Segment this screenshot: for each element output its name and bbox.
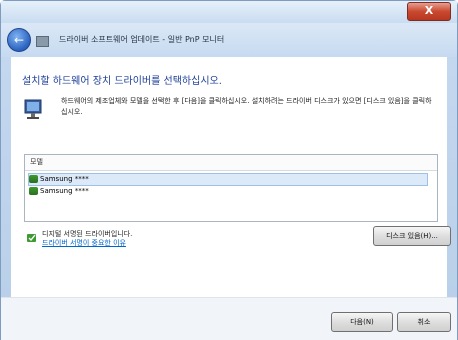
cancel-button[interactable]: 취소 [397, 312, 451, 332]
model-list[interactable]: 모델 Samsung **** Samsung **** [24, 154, 438, 222]
column-label-model: 모델 [30, 158, 43, 166]
signed-driver-icon [27, 234, 36, 242]
signing-info-link[interactable]: 드라이버 서명이 중요한 이유 [42, 239, 126, 248]
list-item-label: Samsung **** [40, 187, 89, 195]
list-item[interactable]: Samsung **** [28, 173, 428, 186]
navigation-bar: ← 드라이버 소프트웨어 업데이트 - 일반 PnP 모니터 [1, 23, 457, 57]
title-bar: X [1, 1, 457, 23]
monitor-small-icon [36, 36, 49, 47]
have-disk-button[interactable]: 디스크 있음(H)... [373, 226, 451, 246]
next-button[interactable]: 다음(N) [331, 312, 393, 332]
content-panel: 설치할 하드웨어 장치 드라이버를 선택하십시오. 하드웨어의 제조업체와 모델… [11, 57, 451, 297]
driver-update-window: X ← 드라이버 소프트웨어 업데이트 - 일반 PnP 모니터 설치할 하드웨… [0, 0, 458, 340]
page-heading: 설치할 하드웨어 장치 드라이버를 선택하십시오. [22, 76, 222, 87]
instruction-text: 하드웨어의 제조업체와 모델을 선택한 후 [다음]을 클릭하십시오. 설치하려… [61, 97, 432, 116]
back-button[interactable]: ← [7, 28, 31, 52]
monitor-icon [24, 99, 42, 119]
list-item-label: Samsung **** [40, 175, 89, 183]
list-item[interactable]: Samsung **** [29, 186, 89, 197]
footer-bar: 다음(N) 취소 [1, 297, 457, 340]
device-icon [29, 187, 38, 195]
signed-driver-text: 디지털 서명된 드라이버입니다. [42, 230, 133, 238]
close-button[interactable]: X [407, 2, 451, 21]
list-column-header[interactable]: 모델 [25, 155, 437, 171]
device-icon [29, 175, 38, 183]
window-title: 드라이버 소프트웨어 업데이트 - 일반 PnP 모니터 [59, 35, 225, 44]
